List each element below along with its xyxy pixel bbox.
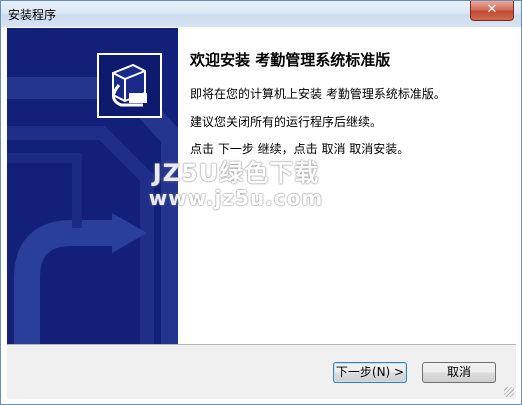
close-button[interactable]: ✕	[470, 1, 514, 21]
installer-window: 安装程序 ✕ 欢迎安装 考勤管理系统标准版 即将在您的计算机上安装 考勤管理系统…	[0, 0, 522, 405]
watermark: JZ5U绿色下载 www.jz5u.com	[136, 153, 336, 210]
window-title: 安装程序	[8, 8, 57, 22]
button-bar: 下一步(N) > 取消	[7, 344, 516, 399]
installer-box-icon	[97, 53, 162, 118]
close-programs-text: 建议您关闭所有的运行程序后继续。	[190, 115, 383, 129]
cancel-button[interactable]: 取消	[422, 362, 496, 383]
title-bar: 安装程序 ✕	[1, 1, 521, 27]
install-info-text: 即将在您的计算机上安装 考勤管理系统标准版。	[190, 87, 446, 101]
resize-grip-icon[interactable]	[504, 387, 514, 397]
welcome-heading: 欢迎安装 考勤管理系统标准版	[190, 51, 391, 69]
next-button[interactable]: 下一步(N) >	[333, 362, 407, 383]
watermark-title: JZ5U绿色下载	[152, 159, 320, 187]
watermark-url: www.jz5u.com	[148, 186, 324, 210]
